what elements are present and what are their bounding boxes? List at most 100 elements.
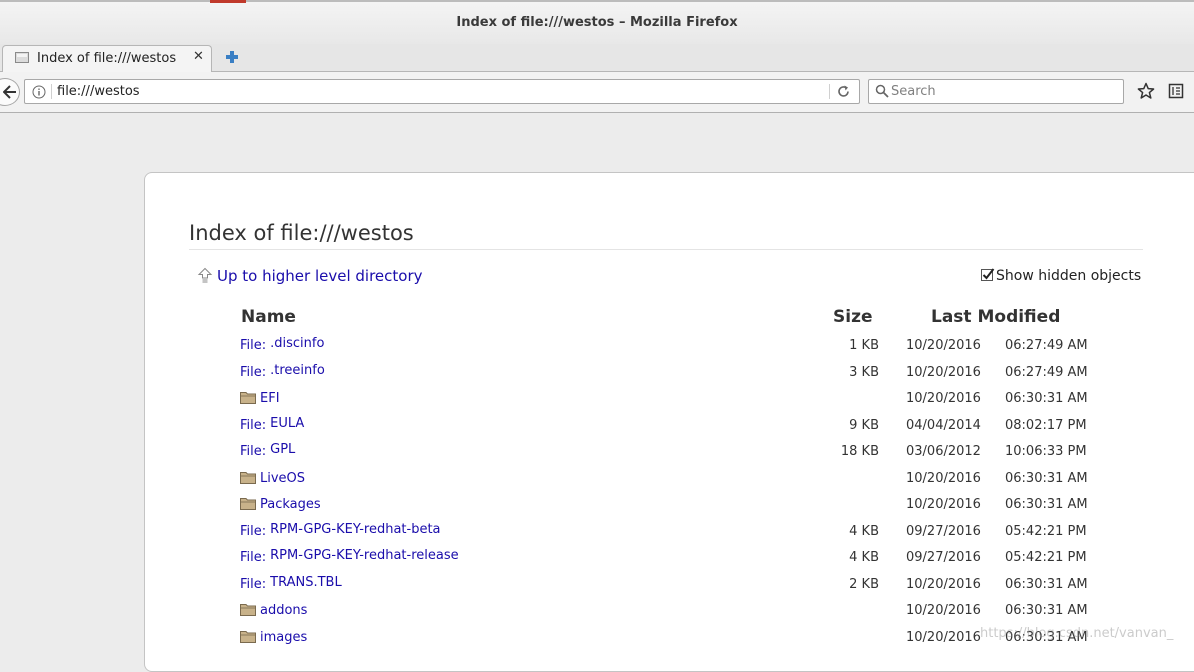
file-link[interactable]: File: RPM-GPG-KEY-redhat-beta [240, 522, 441, 539]
entry-size: 1 KB [849, 338, 879, 353]
folder-link[interactable]: Packages [240, 497, 321, 512]
folder-icon [240, 630, 256, 643]
entry-name[interactable]: .discinfo [270, 336, 324, 351]
entry-name[interactable]: RPM-GPG-KEY-redhat-release [270, 548, 458, 563]
entry-time: 08:02:17 PM [1005, 417, 1087, 433]
entry-size: 3 KB [849, 364, 879, 380]
tab-index-westos[interactable]: Index of file:///westos ✕ [2, 45, 212, 73]
entry-time: 06:30:31 AM [1005, 470, 1088, 486]
entry-name[interactable]: addons [260, 603, 307, 618]
up-arrow-icon [197, 267, 213, 283]
entry-size: 18 KB [840, 444, 879, 459]
folder-icon [240, 604, 256, 616]
table-row: File: .treeinfo 3 KB 10/20/2016 06:27:49 AM [145, 360, 1194, 387]
file-prefix: File: [240, 523, 267, 539]
search-bar[interactable] [868, 79, 1124, 104]
entry-date: 09/27/2016 [906, 550, 981, 565]
folder-icon [240, 471, 256, 484]
table-row: File: EULA 9 KB 04/04/2014 08:02:17 PM [145, 413, 1194, 440]
entry-size: 4 KB [849, 550, 879, 565]
column-header-name[interactable]: Name [241, 307, 296, 327]
plus-icon[interactable] [222, 46, 242, 68]
watermark: https://blog.csdn.net/vanvan_ [980, 626, 1174, 641]
tab-title: Index of file:///westos [37, 51, 177, 66]
entry-time: 10:06:33 PM [1005, 444, 1087, 459]
checkmark-icon[interactable] [981, 268, 995, 282]
entry-date: 10/20/2016 [906, 364, 981, 380]
entry-time: 05:42:21 PM [1005, 523, 1087, 539]
window-titlebar: Index of file:///westos – Mozilla Firefo… [0, 0, 1194, 44]
entry-time: 06:27:49 AM [1005, 364, 1088, 380]
entry-date: 10/20/2016 [906, 470, 981, 486]
up-directory-label[interactable]: Up to higher level directory [217, 267, 423, 285]
entry-name[interactable]: LiveOS [260, 471, 305, 486]
entry-time: 06:30:31 AM [1005, 391, 1088, 406]
back-button[interactable] [0, 78, 20, 106]
url-text[interactable]: file:///westos [57, 84, 140, 99]
file-prefix: File: [240, 444, 267, 459]
entry-time: 06:30:31 AM [1005, 603, 1088, 618]
file-link[interactable]: File: GPL [240, 442, 295, 459]
folder-link[interactable]: EFI [240, 391, 280, 406]
file-prefix: File: [240, 576, 267, 592]
tab-strip: Index of file:///westos ✕ [0, 44, 1194, 73]
entry-size: 4 KB [849, 523, 879, 539]
search-icon [875, 84, 889, 98]
entry-size: 9 KB [849, 417, 879, 433]
page-icon [15, 52, 29, 63]
entry-name[interactable]: EULA [270, 416, 304, 431]
table-row: EFI 10/20/2016 06:30:31 AM [145, 386, 1194, 413]
tab-close-icon[interactable]: ✕ [193, 49, 204, 64]
entry-name[interactable]: GPL [270, 442, 295, 457]
entry-name[interactable]: images [260, 630, 307, 645]
navigation-toolbar: file:///westos [0, 72, 1194, 113]
file-prefix: File: [240, 417, 267, 433]
titlebar-accent [210, 0, 246, 3]
entry-name[interactable]: .treeinfo [270, 363, 325, 378]
page-title: Index of file:///westos [189, 221, 414, 245]
entry-date: 10/20/2016 [906, 629, 981, 645]
heading-divider [189, 249, 1143, 250]
table-row: Packages 10/20/2016 06:30:31 AM [145, 492, 1194, 519]
folder-icon [240, 498, 256, 510]
entry-name[interactable]: Packages [260, 497, 321, 512]
folder-link[interactable]: LiveOS [240, 471, 305, 486]
window-title: Index of file:///westos – Mozilla Firefo… [456, 15, 738, 30]
entry-time: 06:30:31 AM [1005, 576, 1088, 592]
star-icon[interactable] [1137, 82, 1155, 100]
file-prefix: File: [240, 364, 267, 380]
file-prefix: File: [240, 338, 267, 353]
entry-date: 03/06/2012 [906, 444, 981, 459]
file-list: File: .discinfo 1 KB 10/20/2016 06:27:49 AM F… [145, 333, 1194, 651]
url-separator [51, 84, 52, 99]
table-row: LiveOS 10/20/2016 06:30:31 AM [145, 466, 1194, 493]
file-link[interactable]: File: EULA [240, 416, 304, 433]
library-icon[interactable] [1168, 83, 1184, 99]
search-input[interactable] [891, 82, 1116, 101]
back-arrow-icon [3, 85, 16, 99]
entry-date: 10/20/2016 [906, 603, 981, 618]
reload-icon[interactable] [836, 84, 851, 99]
entry-time: 05:42:21 PM [1005, 550, 1087, 565]
directory-listing-card: Index of file:///westos Up to higher lev… [144, 172, 1194, 672]
file-link[interactable]: File: TRANS.TBL [240, 575, 342, 592]
folder-link[interactable]: addons [240, 603, 307, 618]
column-header-modified[interactable]: Last Modified [931, 307, 1060, 327]
reload-separator [829, 84, 830, 99]
column-header-size[interactable]: Size [833, 307, 873, 327]
show-hidden-label: Show hidden objects [996, 268, 1142, 284]
table-row: File: TRANS.TBL 2 KB 10/20/2016 06:30:31 AM [145, 572, 1194, 599]
folder-icon [240, 392, 256, 404]
table-row: File: RPM-GPG-KEY-redhat-beta 4 KB 09/27/20… [145, 519, 1194, 546]
url-bar[interactable]: file:///westos [24, 79, 860, 104]
entry-name[interactable]: RPM-GPG-KEY-redhat-beta [270, 522, 440, 537]
folder-link[interactable]: images [240, 630, 307, 645]
entry-time: 06:27:49 AM [1005, 338, 1088, 353]
entry-date: 04/04/2014 [906, 417, 981, 433]
entry-name[interactable]: EFI [260, 391, 280, 406]
file-link[interactable]: File: .treeinfo [240, 363, 325, 380]
info-icon[interactable] [32, 85, 46, 99]
entry-name[interactable]: TRANS.TBL [270, 575, 342, 590]
file-link[interactable]: File: RPM-GPG-KEY-redhat-release [240, 548, 459, 565]
file-link[interactable]: File: .discinfo [240, 336, 324, 353]
